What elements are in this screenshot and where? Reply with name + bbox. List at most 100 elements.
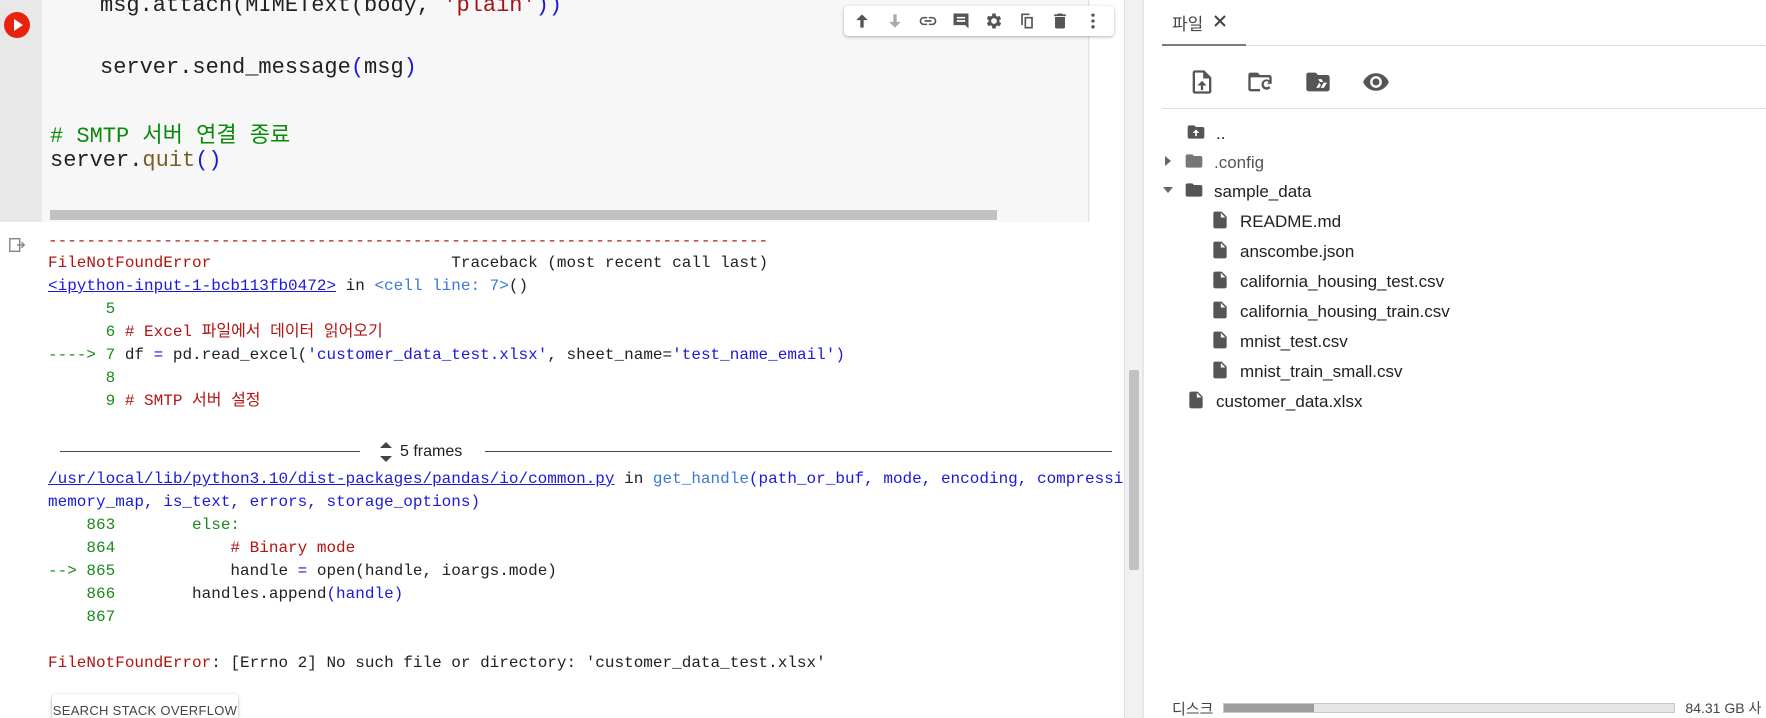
search-stack-overflow-button[interactable]: SEARCH STACK OVERFLOW (52, 694, 238, 718)
panel-divider (1162, 108, 1766, 109)
tab-files[interactable]: 파일 (1162, 0, 1246, 46)
tree-item-label: customer_data.xlsx (1216, 392, 1363, 411)
code-text: open(handle, ioargs.mode) (307, 562, 557, 580)
chevron-down-icon[interactable] (1162, 183, 1174, 201)
file-icon (1210, 240, 1230, 265)
line-number: 863 (48, 516, 125, 534)
code-text: msg.attach(MIMEText(body, (100, 0, 444, 18)
link-icon (919, 16, 937, 26)
tree-item-california-test[interactable]: california_housing_test.csv (1210, 268, 1444, 296)
run-cell-button[interactable] (4, 12, 30, 38)
code-comment: # Excel 파일에서 데이터 읽어오기 (124, 323, 383, 341)
output-clear-icon[interactable] (8, 236, 28, 256)
function-args: (path_or_buf, mode, encoding, compressio… (748, 470, 1124, 488)
file-icon (1210, 270, 1230, 295)
tree-item-label: mnist_test.csv (1240, 332, 1348, 351)
copy-link-button[interactable] (916, 9, 940, 33)
code-line-1[interactable]: msg.attach(MIMEText(body, 'plain')) (100, 0, 562, 18)
frames-rule-right (485, 451, 1112, 452)
frames-label: 5 frames (400, 443, 463, 460)
horizontal-scrollbar[interactable] (50, 210, 997, 220)
move-down-button[interactable] (883, 9, 907, 33)
traceback-common-location: /usr/local/lib/python3.10/dist-packages/… (48, 468, 1124, 490)
traceback-title: Traceback (most recent call last) (211, 254, 769, 272)
traceback-text: in (614, 470, 653, 488)
folder-icon (1184, 151, 1204, 176)
close-icon[interactable] (1213, 14, 1229, 30)
code-text: server. (50, 148, 143, 173)
tree-item-label: sample_data (1214, 182, 1312, 201)
cell-settings-button[interactable] (982, 9, 1006, 33)
file-icon (1210, 330, 1230, 355)
function-ref: get_handle (652, 470, 749, 488)
code-line-4[interactable]: server.quit() (50, 148, 222, 173)
traceback-location: <ipython-input-1-bcb113fb0472> in <cell … (48, 275, 528, 297)
comment-icon (953, 13, 969, 29)
drive-icon (1306, 72, 1330, 92)
traceback-common-args: memory_map, is_text, errors, storage_opt… (48, 493, 481, 511)
more-options-button[interactable] (1081, 9, 1105, 33)
move-up-button[interactable] (850, 9, 874, 33)
tree-item-readme[interactable]: README.md (1210, 208, 1341, 236)
tree-item-customer-data[interactable]: customer_data.xlsx (1186, 388, 1362, 416)
tree-item-mnist-test[interactable]: mnist_test.csv (1210, 328, 1348, 356)
common-py-link[interactable]: /usr/local/lib/python3.10/dist-packages/… (48, 470, 615, 488)
traceback-line-864: 864 # Binary mode (48, 537, 355, 559)
tree-item-label: california_housing_train.csv (1240, 302, 1450, 321)
code-string: 'customer_data_test.xlsx' (307, 346, 548, 364)
notebook-area: msg.attach(MIMEText(body, 'plain')) serv… (0, 0, 1124, 718)
panel-tabs: 파일 (1162, 0, 1766, 46)
file-panel: 파일 .. .config sample_data README.md ansc… (1144, 0, 1766, 718)
code-text: pd.read_excel( (163, 346, 308, 364)
code-paren: ) (403, 55, 417, 80)
tree-item-label: anscombe.json (1240, 242, 1355, 261)
add-comment-button[interactable] (949, 9, 973, 33)
code-line-2[interactable]: server.send_message(msg) (100, 55, 417, 80)
arrow-down-icon (889, 14, 901, 28)
tree-item-parent[interactable]: .. (1186, 120, 1225, 148)
tree-item-label: README.md (1240, 212, 1342, 231)
trash-icon (1054, 13, 1066, 29)
code-string: 'plain' (443, 0, 536, 18)
traceback-header: FileNotFoundError Traceback (most recent… (48, 252, 768, 274)
mirror-cell-button[interactable] (1015, 9, 1039, 33)
line-number: 864 (48, 539, 125, 557)
mount-drive-button[interactable] (1302, 66, 1334, 98)
cell-line-ref: <cell line: 7> (374, 277, 509, 295)
tree-item-mnist-train-small[interactable]: mnist_train_small.csv (1210, 358, 1403, 386)
file-icon (1210, 210, 1230, 235)
input-link[interactable]: <ipython-input-1-bcb113fb0472> (48, 277, 336, 295)
folder-icon (1184, 180, 1204, 205)
tree-item-anscombe[interactable]: anscombe.json (1210, 238, 1354, 266)
more-icon (1091, 13, 1095, 29)
chevron-right-icon[interactable] (1162, 154, 1174, 172)
folder-up-icon (1186, 122, 1206, 147)
file-icon (1186, 390, 1206, 415)
code-string: 'test_name_email' (672, 346, 836, 364)
cell-output: ----------------------------------------… (48, 226, 1124, 672)
vertical-scrollbar-track[interactable] (1124, 0, 1142, 718)
code-text: , sheet_name= (547, 346, 673, 364)
frames-toggle-button[interactable]: 5 frames (378, 440, 462, 464)
toggle-hidden-files-button[interactable] (1360, 66, 1392, 98)
tree-item-california-train[interactable]: california_housing_train.csv (1210, 298, 1450, 326)
tree-item-sample-data[interactable]: sample_data (1162, 178, 1311, 206)
code-text: handles.append (124, 585, 327, 603)
file-actions (1186, 66, 1392, 102)
error-name: FileNotFoundError (48, 654, 212, 672)
tree-item-config[interactable]: .config (1162, 149, 1264, 177)
refresh-button[interactable] (1244, 66, 1276, 98)
upload-button[interactable] (1186, 66, 1218, 98)
line-arrow: ----> 7 (48, 346, 125, 364)
code-text: msg (364, 55, 404, 80)
traceback-line-865: --> 865 handle = open(handle, ioargs.mod… (48, 560, 557, 582)
disk-usage-text: 84.31 GB 사 (1685, 700, 1762, 716)
traceback-line-8: 8 (48, 369, 116, 387)
vertical-scrollbar-thumb[interactable] (1129, 370, 1139, 570)
code-paren: ( (350, 55, 365, 80)
code-line-3[interactable]: # SMTP 서버 연결 종료 (50, 117, 290, 149)
delete-cell-button[interactable] (1048, 9, 1072, 33)
line-number: 9 (48, 392, 125, 410)
disk-usage-bar (1223, 703, 1676, 713)
tab-files-label: 파일 (1172, 14, 1204, 34)
